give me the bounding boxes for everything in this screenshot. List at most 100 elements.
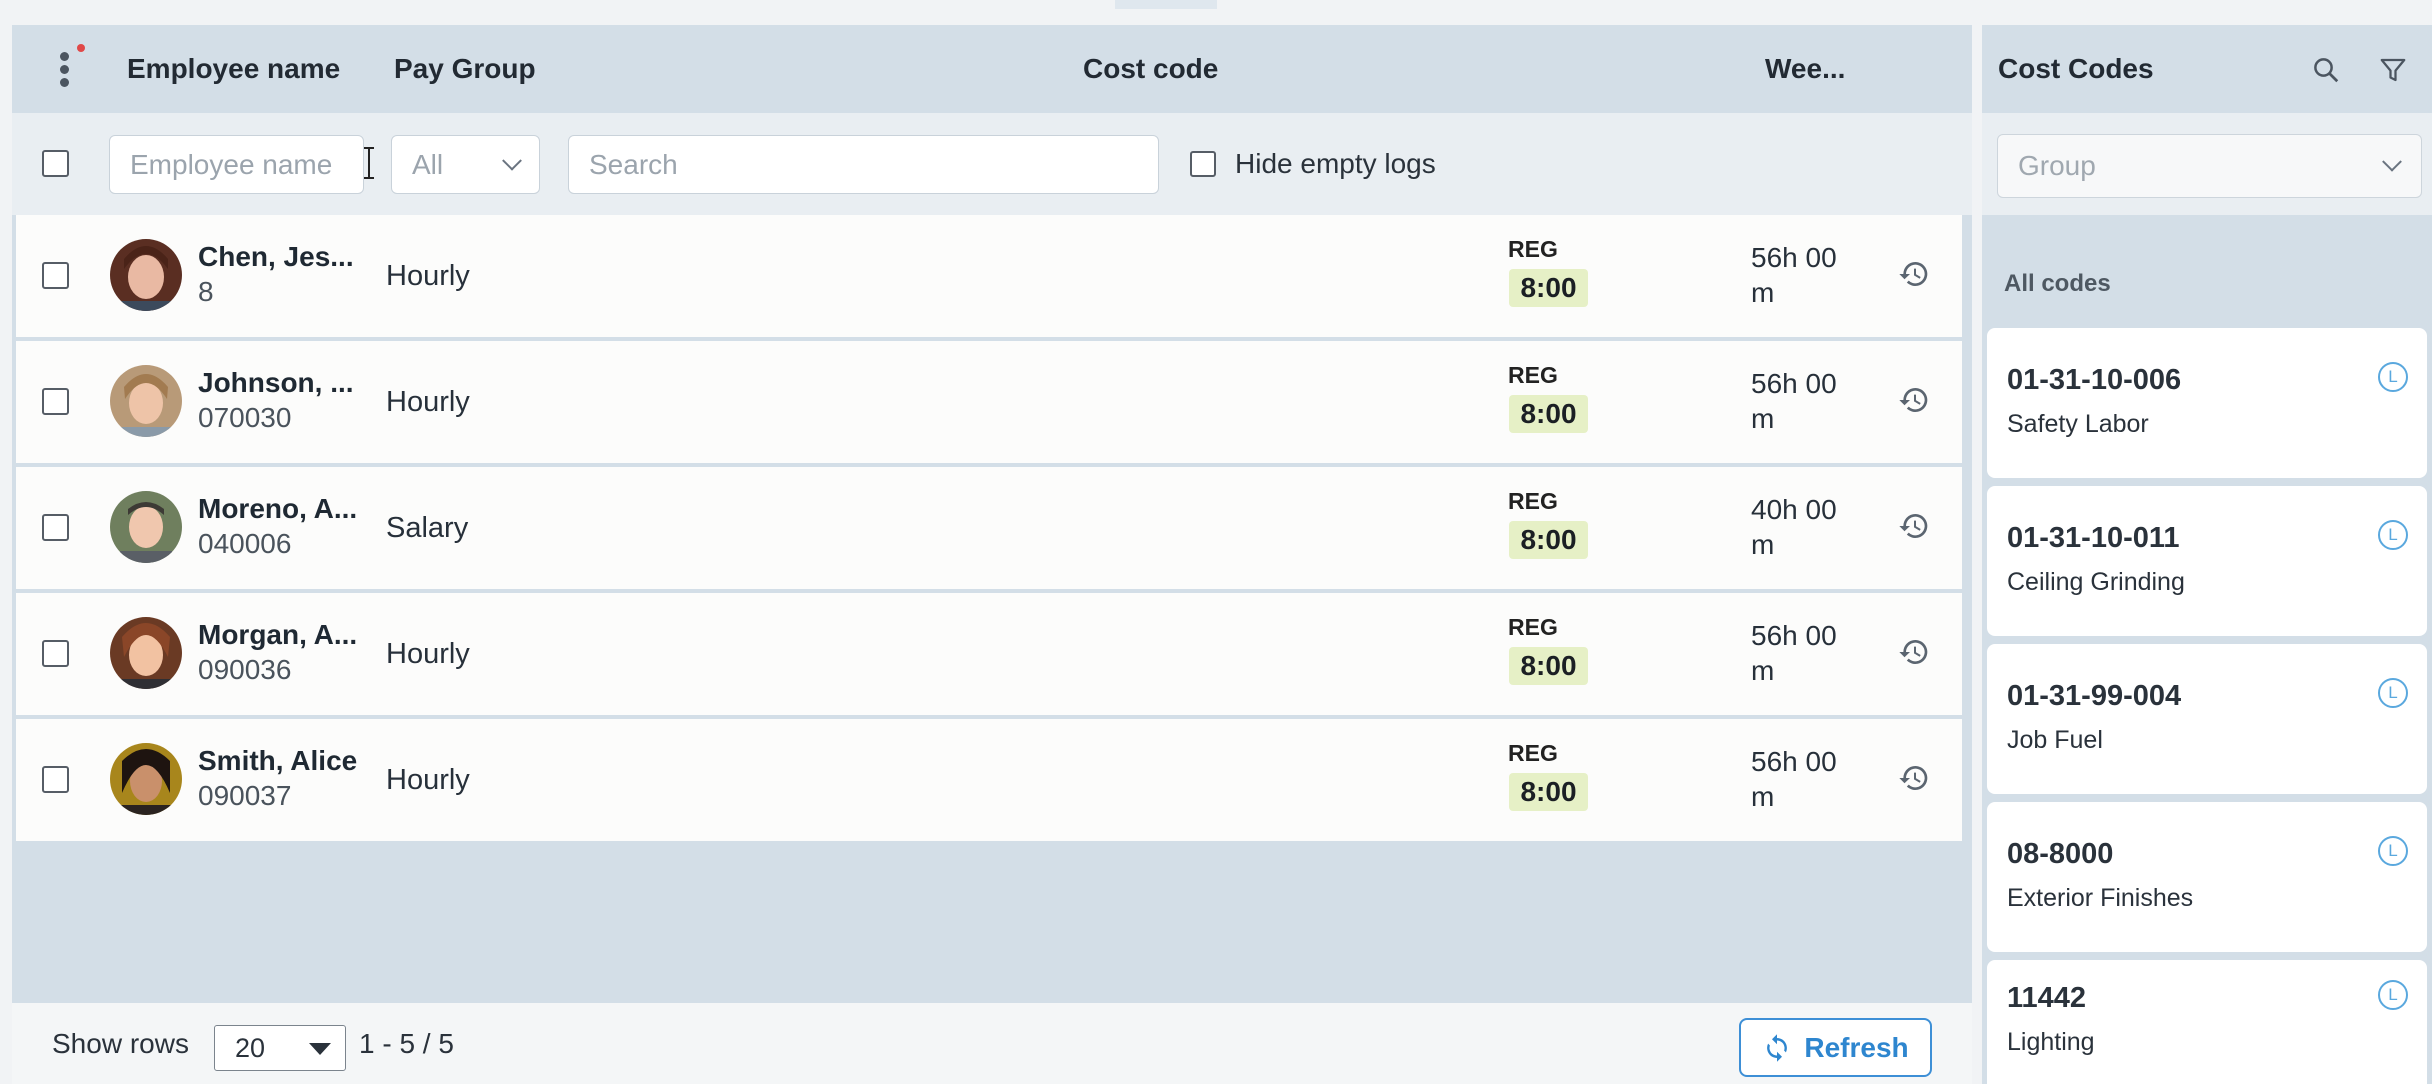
week-total-unit: m [1751,277,1775,308]
cost-code-card[interactable]: 08-8000 Exterior Finishes L [1987,802,2427,952]
hide-empty-logs-checkbox[interactable] [1190,151,1216,177]
search-input[interactable]: Search [568,135,1159,194]
row-checkbox[interactable] [42,640,69,667]
labor-type-badge: L [2378,980,2408,1010]
paygroup-filter-select[interactable]: All [391,135,540,194]
filter-icon[interactable] [2378,55,2408,85]
cost-code-number: 01-31-99-004 [2007,680,2182,712]
column-header-employee[interactable]: Employee name [127,25,340,113]
all-codes-heading: All codes [2004,270,2111,297]
history-icon[interactable] [1898,762,1930,794]
history-icon[interactable] [1898,510,1930,542]
refresh-icon [1767,1033,1788,1062]
row-checkbox[interactable] [42,388,69,415]
employee-name-filter[interactable]: Employee name [109,135,364,194]
week-total-unit: m [1751,655,1775,686]
row-checkbox[interactable] [42,766,69,793]
labor-type-badge: L [2378,362,2408,392]
cost-code-description: Lighting [2007,1028,2095,1056]
cost-codes-header: Cost Codes [1982,25,2432,113]
employee-id: 090037 [198,780,292,811]
column-header-costcode[interactable]: Cost code [1083,25,1218,113]
cost-code-card[interactable]: 11442 Lighting L [1987,960,2427,1084]
employee-name[interactable]: Johnson, ... [198,367,354,399]
history-icon[interactable] [1898,636,1930,668]
employee-id: 040006 [198,528,292,559]
labor-type-badge: L [2378,520,2408,550]
cost-codes-filter-bar: Group [1982,113,2432,215]
cost-code-number: 11442 [2007,982,2087,1014]
week-total: 56h 00 m [1751,240,1861,310]
week-total: 56h 00 m [1751,618,1861,688]
avatar [110,239,182,311]
group-select[interactable]: Group [1997,134,2422,198]
chevron-down-icon [2382,151,2402,172]
week-total-hours: 56h 00 [1751,242,1837,273]
paygroup-cell: Hourly [386,763,470,796]
avatar [110,365,182,437]
column-header-paygroup[interactable]: Pay Group [394,25,536,113]
week-total: 40h 00 m [1751,492,1861,562]
row-checkbox[interactable] [42,514,69,541]
hours-badge[interactable]: 8:00 [1509,269,1588,307]
paygroup-cell: Hourly [386,637,470,670]
top-tab-indicator [1115,0,1217,9]
search-icon[interactable] [2311,55,2341,85]
history-icon[interactable] [1898,384,1930,416]
employee-name-placeholder: Employee name [130,148,333,180]
hours-badge[interactable]: 8:00 [1509,647,1588,685]
hide-empty-logs-label[interactable]: Hide empty logs [1235,113,1436,215]
filter-row: Employee name All Search Hide empty logs [12,113,1972,215]
labor-type-badge: L [2378,678,2408,708]
avatar [110,617,182,689]
cost-code-card[interactable]: 01-31-10-006 Safety Labor L [1987,328,2427,478]
table-row[interactable]: Morgan, A... 090036 Hourly REG 8:00 56h … [16,593,1962,715]
hours-badge[interactable]: 8:00 [1509,521,1588,559]
chevron-down-icon [502,150,522,171]
employee-id: 070030 [198,402,292,433]
week-total-unit: m [1751,781,1775,812]
row-checkbox[interactable] [42,262,69,289]
select-all-checkbox[interactable] [42,150,69,177]
show-rows-label: Show rows [52,1027,189,1059]
cost-code-label: REG [1508,740,1558,766]
table-row[interactable]: Moreno, A... 040006 Salary REG 8:00 40h … [16,467,1962,589]
cost-code-card[interactable]: 01-31-10-011 Ceiling Grinding L [1987,486,2427,636]
employee-name[interactable]: Morgan, A... [198,619,357,651]
cost-code-card[interactable]: 01-31-99-004 Job Fuel L [1987,644,2427,794]
week-total-hours: 40h 00 [1751,494,1837,525]
refresh-label: Refresh [1804,1031,1909,1063]
cost-code-number: 08-8000 [2007,838,2114,870]
history-icon[interactable] [1898,258,1930,290]
cost-code-label: REG [1508,362,1558,388]
week-total-hours: 56h 00 [1751,620,1837,651]
more-vert-icon[interactable] [49,44,85,90]
week-total-hours: 56h 00 [1751,368,1837,399]
column-header-week[interactable]: Wee... [1765,25,1845,113]
rows-per-page-select[interactable]: 20 [214,1025,346,1071]
week-total-unit: m [1751,403,1775,434]
employee-name[interactable]: Chen, Jes... [198,241,354,273]
cost-codes-panel: Cost Codes Group All codes 01-31-10-006 … [1982,25,2432,1084]
caret-down-icon [309,1043,331,1055]
table-row[interactable]: Johnson, ... 070030 Hourly REG 8:00 56h … [16,341,1962,463]
table-row[interactable]: Smith, Alice 090037 Hourly REG 8:00 56h … [16,719,1962,841]
employee-id: 8 [198,276,214,307]
cost-code-label: REG [1508,236,1558,262]
hours-badge[interactable]: 8:00 [1509,395,1588,433]
table-row[interactable]: Chen, Jes... 8 Hourly REG 8:00 56h 00 m [16,215,1962,337]
week-total: 56h 00 m [1751,744,1861,814]
paygroup-cell: Salary [386,511,469,544]
hours-badge[interactable]: 8:00 [1509,773,1588,811]
employee-name[interactable]: Smith, Alice [198,745,357,777]
paygroup-cell: Hourly [386,385,470,418]
employee-name[interactable]: Moreno, A... [198,493,357,525]
cost-code-number: 01-31-10-011 [2007,522,2180,554]
labor-type-badge: L [2378,836,2408,866]
week-total: 56h 00 m [1751,366,1861,436]
avatar [110,743,182,815]
cost-code-description: Exterior Finishes [2007,884,2194,912]
cost-code-label: REG [1508,614,1558,640]
refresh-button[interactable]: Refresh [1739,1018,1932,1077]
week-total-unit: m [1751,529,1775,560]
